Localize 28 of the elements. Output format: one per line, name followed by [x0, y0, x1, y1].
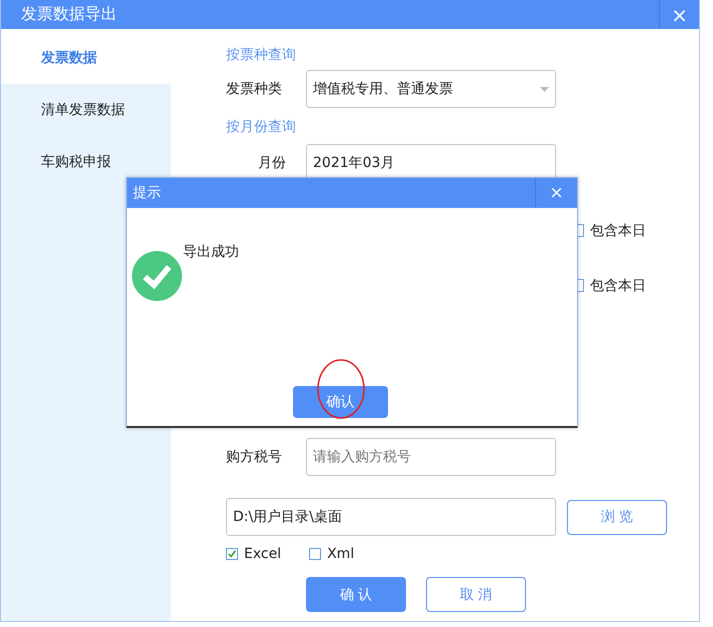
browse-button[interactable]: 浏 览: [567, 500, 667, 534]
cancel-button[interactable]: 取 消: [426, 577, 526, 612]
path-field[interactable]: D:\用户目录\桌面: [226, 498, 556, 536]
section-heading: 按票种查询: [226, 46, 297, 65]
buyer-tax-id-field[interactable]: 请输入购方税号: [306, 438, 556, 476]
dialog-message: 导出成功: [183, 243, 239, 261]
success-check-icon: [132, 251, 182, 301]
field-label: 购方税号: [226, 448, 283, 466]
confirm-button[interactable]: 确 认: [306, 577, 406, 612]
invoice-type-dropdown[interactable]: 增值税专用、普通发票: [306, 70, 556, 108]
window-title: 发票数据导出: [21, 4, 117, 25]
checkbox-label: 包含本日: [590, 222, 646, 240]
checkbox[interactable]: [226, 548, 238, 560]
checkbox-label: Xml: [327, 546, 354, 562]
sidebar-item[interactable]: 清单发票数据: [1, 84, 171, 136]
dialog-title: 提示: [133, 184, 161, 202]
section-heading: 按月份查询: [226, 118, 297, 137]
close-button[interactable]: ×: [535, 178, 577, 208]
checkbox-label: Excel: [244, 546, 282, 562]
checkbox-label: 包含本日: [590, 276, 646, 294]
ok-button[interactable]: 确认: [293, 386, 388, 418]
close-button[interactable]: ×: [659, 0, 699, 29]
highlight-circle: [316, 358, 366, 420]
field-label: 月份: [257, 154, 287, 172]
sidebar-item[interactable]: 发票数据: [1, 29, 171, 84]
dropdown-arrow-icon: [540, 86, 549, 92]
checkbox[interactable]: [309, 548, 322, 560]
field-label: 发票种类: [226, 80, 283, 98]
